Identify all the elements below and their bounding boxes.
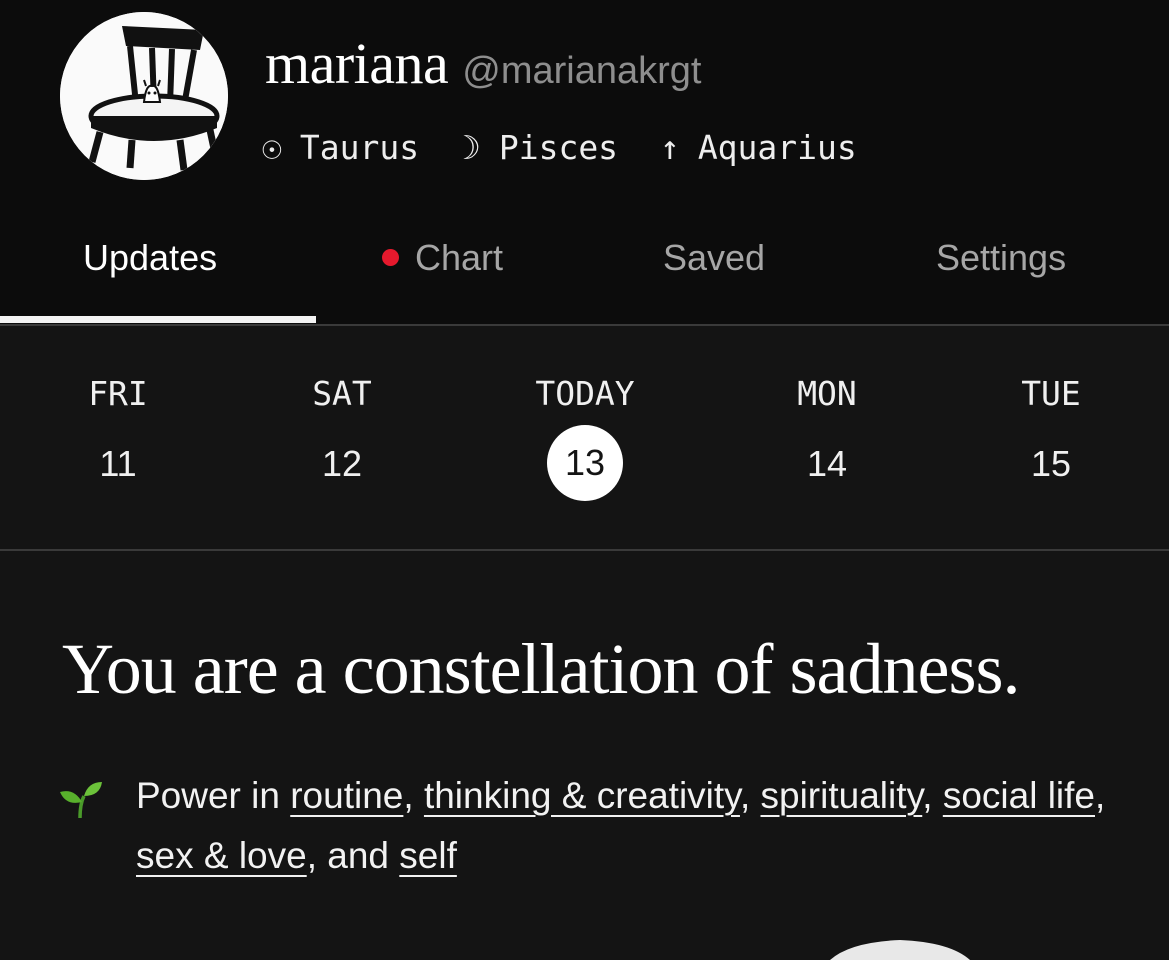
chair-illustration: [60, 12, 228, 180]
topic-link-social-life[interactable]: social life: [943, 775, 1095, 816]
day-today[interactable]: TODAY 13: [505, 374, 665, 501]
topic-link-spirituality[interactable]: spirituality: [761, 775, 923, 816]
sun-icon: ☉: [262, 128, 282, 167]
moon-sign: Pisces: [498, 128, 619, 167]
day-number: 12: [321, 443, 363, 484]
day-label: FRI: [88, 374, 148, 413]
display-name: mariana: [265, 31, 449, 96]
day-label: MON: [797, 374, 857, 413]
update-headline: You are a constellation of sadness.: [62, 629, 1020, 709]
profile-tabs: Updates Chart Saved Settings: [0, 215, 1169, 325]
tab-label: Settings: [936, 237, 1067, 278]
day-number: 14: [806, 443, 848, 484]
rising-sign: Aquarius: [697, 128, 857, 167]
tab-label: Chart: [415, 237, 504, 278]
topic-link-thinking-creativity[interactable]: thinking & creativity: [424, 775, 740, 816]
tab-saved[interactable]: Saved: [663, 237, 765, 279]
tab-chart[interactable]: Chart: [382, 237, 503, 279]
day-fri[interactable]: FRI 11: [38, 374, 198, 485]
day-selector: FRI 11 SAT 12 TODAY 13 MON 14 TUE 15: [0, 326, 1169, 550]
day-number: 11: [99, 443, 137, 484]
topic-link-routine[interactable]: routine: [290, 775, 403, 816]
day-mon[interactable]: MON 14: [747, 374, 907, 485]
active-tab-indicator: [0, 316, 316, 323]
topic-link-self[interactable]: self: [399, 835, 457, 876]
topic-link-sex-love[interactable]: sex & love: [136, 835, 307, 876]
day-number: 15: [1030, 443, 1072, 484]
avatar[interactable]: [60, 12, 228, 180]
tab-updates[interactable]: Updates: [83, 237, 217, 279]
day-tue[interactable]: TUE 15: [971, 374, 1131, 485]
rising-icon: ↑: [659, 128, 680, 167]
connector-and: and: [327, 835, 389, 876]
tab-settings[interactable]: Settings: [936, 237, 1066, 279]
moon-icon: ☽: [460, 128, 481, 167]
tab-label: Updates: [83, 237, 218, 278]
day-sat[interactable]: SAT 12: [262, 374, 422, 485]
tab-label: Saved: [663, 237, 766, 278]
notification-dot: [382, 248, 399, 266]
divider: [0, 549, 1169, 551]
user-handle: @marianakrgt: [462, 50, 702, 92]
day-label: SAT: [312, 374, 372, 413]
name-row: mariana @marianakrgt: [265, 30, 702, 97]
sun-sign: Taurus: [299, 128, 420, 167]
big-three-signs: ☉ Taurus ☽ Pisces ↑ Aquarius: [262, 128, 857, 167]
power-areas: Power in routine, thinking & creativity,…: [136, 775, 1106, 876]
day-number-selected: 13: [547, 425, 623, 501]
seedling-icon: [60, 782, 102, 819]
illustration-fragment: [830, 940, 970, 960]
day-label: TUE: [1021, 374, 1081, 413]
day-label: TODAY: [535, 374, 635, 413]
power-prefix: Power in: [136, 775, 280, 816]
profile-header: mariana @marianakrgt ☉ Taurus ☽ Pisces ↑ Aqu…: [0, 0, 1169, 326]
